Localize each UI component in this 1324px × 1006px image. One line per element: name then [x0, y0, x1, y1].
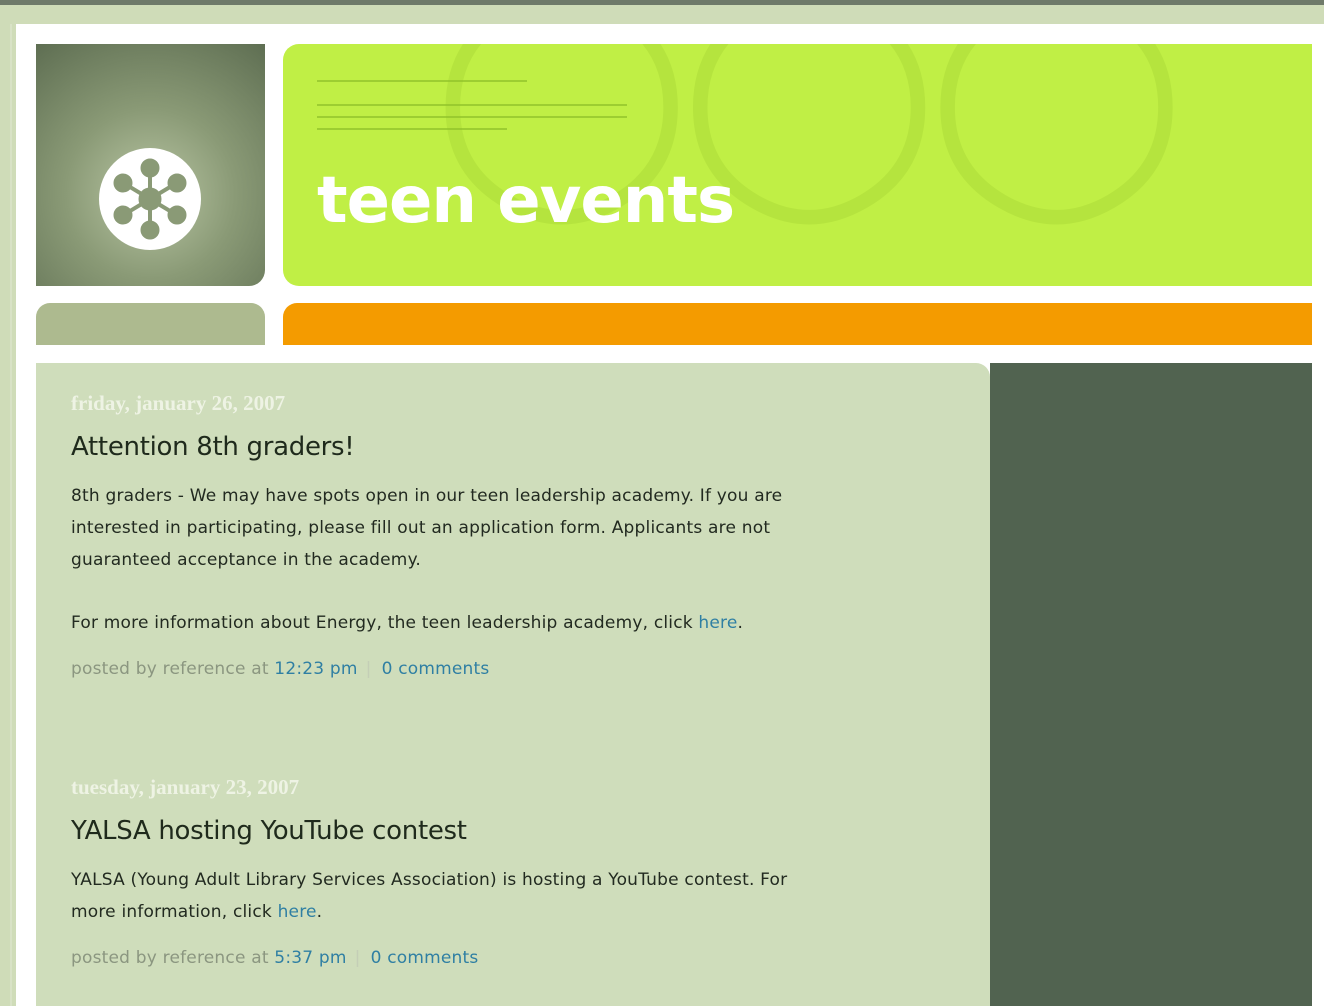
sidebar — [990, 363, 1312, 1006]
post-date: friday, january 26, 2007 — [71, 391, 286, 415]
nav-stripe — [283, 303, 1312, 345]
post-time-link[interactable]: 12:23 pm — [274, 659, 357, 679]
here-link[interactable]: here — [278, 902, 317, 922]
browser-top-strip — [0, 0, 1324, 24]
page-title[interactable]: teen events — [317, 164, 735, 238]
meta-separator: | — [365, 659, 372, 679]
banner-fine-print — [317, 104, 627, 106]
post-body: YALSA (Young Adult Library Services Asso… — [71, 864, 831, 928]
main-content: friday, january 26, 2007 Attention 8th g… — [36, 363, 990, 1006]
post-text: For more information about Energy, the t… — [71, 613, 699, 633]
post-text: YALSA (Young Adult Library Services Asso… — [71, 870, 788, 922]
flower-icon-svg — [113, 158, 187, 240]
post-paragraph: YALSA (Young Adult Library Services Asso… — [71, 864, 831, 928]
post-author: posted by reference at — [71, 948, 275, 968]
nav-tab-left — [36, 303, 265, 345]
meta-separator: | — [354, 948, 361, 968]
here-link[interactable]: here — [698, 613, 737, 633]
banner-fine-print — [317, 128, 507, 130]
post-meta: posted by reference at 12:23 pm | 0 commen… — [71, 659, 831, 679]
banner-fine-print — [317, 116, 627, 118]
post-body: 8th graders - We may have spots open in … — [71, 480, 831, 639]
left-edge-line — [10, 24, 12, 1006]
comments-link[interactable]: 0 comments — [382, 659, 490, 679]
post-text: . — [316, 902, 323, 922]
left-edge — [0, 24, 16, 1006]
header-banner: ◯◯◯ teen events — [283, 44, 1312, 286]
page: ◯◯◯ teen events friday, january 26, 2007… — [16, 24, 1324, 1006]
post-time-link[interactable]: 5:37 pm — [274, 948, 346, 968]
post-date: tuesday, january 23, 2007 — [71, 775, 300, 799]
blog-post: friday, january 26, 2007 Attention 8th g… — [71, 391, 831, 679]
post-author: posted by reference at — [71, 659, 275, 679]
post-paragraph: 8th graders - We may have spots open in … — [71, 486, 783, 570]
comments-link[interactable]: 0 comments — [371, 948, 479, 968]
banner-fine-print — [317, 80, 527, 82]
logo[interactable] — [36, 44, 265, 286]
post-text: . — [737, 613, 744, 633]
blog-post: tuesday, january 23, 2007 YALSA hosting … — [71, 775, 831, 968]
flower-icon — [99, 148, 201, 250]
post-title: Attention 8th graders! — [71, 432, 355, 462]
post-title: YALSA hosting YouTube contest — [71, 816, 467, 846]
post-meta: posted by reference at 5:37 pm | 0 comment… — [71, 948, 831, 968]
post-paragraph: For more information about Energy, the t… — [71, 607, 831, 639]
